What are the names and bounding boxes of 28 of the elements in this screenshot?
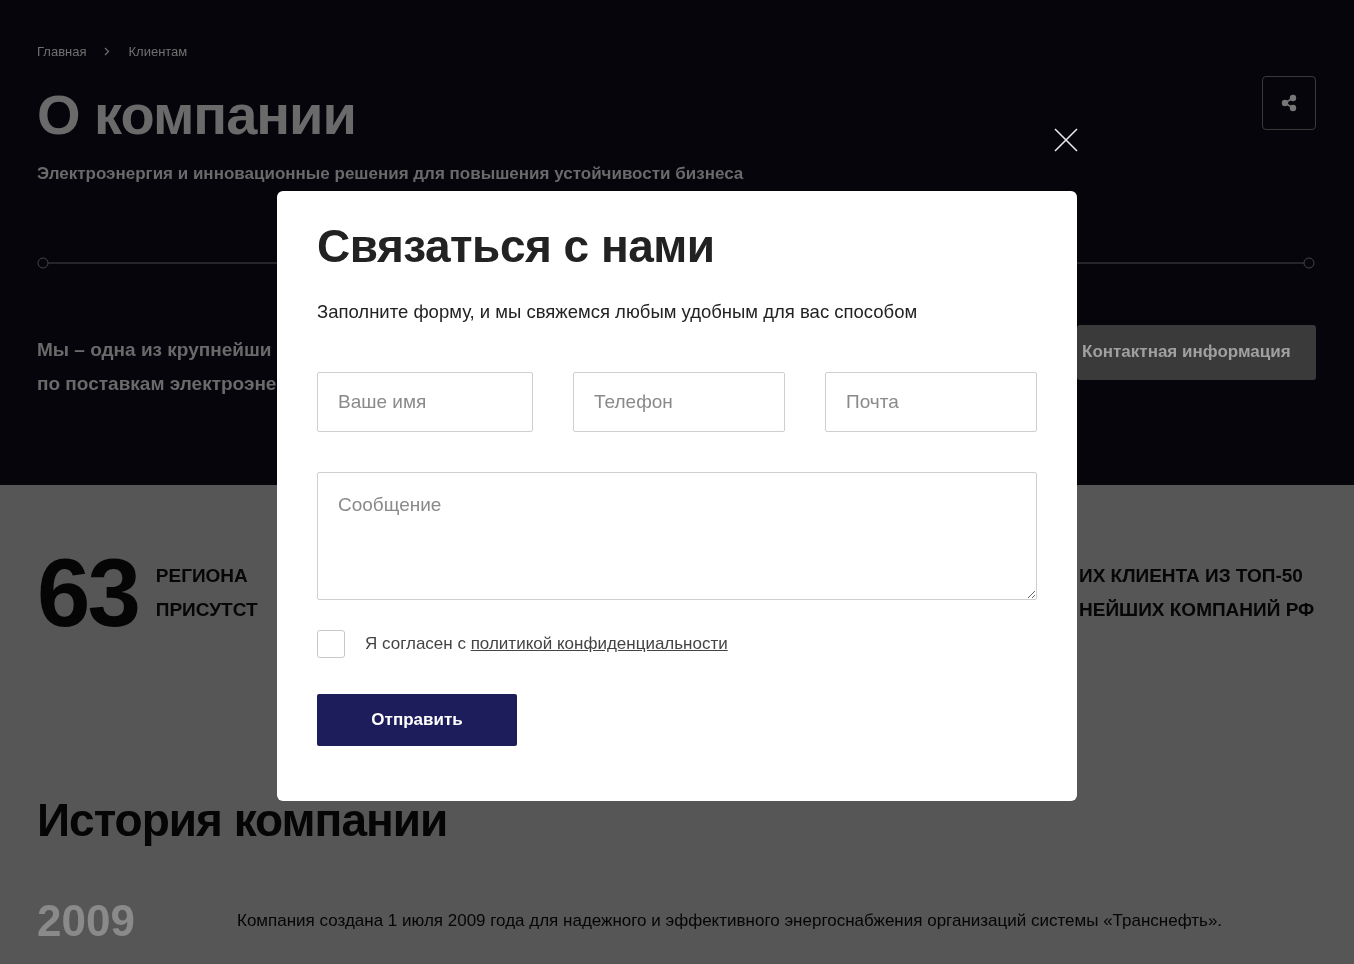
input-field[interactable]: Телефон: [573, 371, 785, 432]
stat-label: РЕГИОНА: [155, 564, 249, 588]
stat-label: ИХ КЛИЕНТА ИЗ ТОП-50: [1079, 564, 1304, 588]
submit-button[interactable]: Отправить: [317, 693, 517, 746]
privacy-policy-link[interactable]: политикой конфиденциальности: [470, 634, 728, 654]
breadcrumb-link[interactable]: Клиентам: [128, 42, 188, 62]
close-button[interactable]: [1053, 127, 1079, 153]
share-icon: [1280, 93, 1298, 112]
stat-label: НЕЙШИХ КОМПАНИЙ РФ: [1079, 598, 1315, 622]
stat-label: ПРИСУТСТ: [155, 598, 258, 622]
contact-button[interactable]: Контактная информация: [1077, 324, 1316, 380]
modal-title: Связаться с нами: [317, 219, 716, 274]
consent-text: Я согласен с политикой конфиденциальности: [365, 633, 728, 656]
breadcrumb-link[interactable]: Главная: [37, 42, 87, 62]
message-field[interactable]: Сообщение: [317, 471, 1037, 600]
page-title: О компании: [37, 83, 356, 146]
chevron-icon: [104, 47, 111, 57]
section-title: История компании: [37, 793, 449, 848]
intro-text: по поставкам электроэне: [37, 371, 277, 396]
page-subtitle: Электроэнергия и инновационные решения для повышения устойчивости бизнеса: [37, 163, 745, 186]
intro-text: Мы – одна из крупнейши: [37, 337, 273, 362]
input-field[interactable]: Почта: [825, 371, 1037, 432]
input-field[interactable]: Ваше имя: [317, 371, 533, 432]
share-button[interactable]: [1262, 75, 1316, 130]
stat-number: 63: [37, 545, 138, 641]
checkbox[interactable]: [317, 629, 345, 658]
history-text: Компания создана 1 июля 2009 года для надежного и эффективного энергоснабжения организаций системы «Транснефть».: [237, 910, 1223, 933]
modal-description: Заполните форму, и мы свяжемся любым удобным для вас способом: [317, 300, 919, 325]
